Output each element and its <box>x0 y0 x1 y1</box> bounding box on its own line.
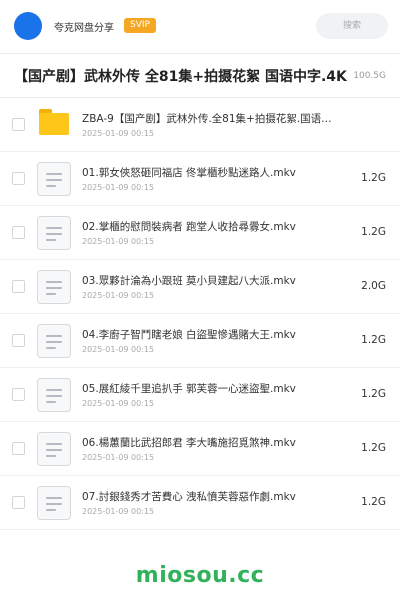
file-name: ZBA-9【国产剧】武林外传.全81集+拍摄花絮.国语中字.4K <box>82 113 340 125</box>
list-item[interactable]: 07.討銀錢秀才苦費心 洩私憤芙蓉惡作劇.mkv 2025-01-09 00:1… <box>0 476 400 530</box>
checkbox[interactable] <box>12 388 25 401</box>
file-name: 03.眾夥計淪為小跟班 莫小貝建起八大派.mkv <box>82 275 296 287</box>
document-icon <box>37 432 71 466</box>
search-input[interactable]: 搜索 <box>316 13 388 39</box>
file-size: 1.2G <box>361 334 386 346</box>
file-date: 2025-01-09 00:15 <box>82 399 155 408</box>
file-date: 2025-01-09 00:15 <box>82 345 155 354</box>
document-icon <box>37 216 71 250</box>
file-size: 1.2G <box>361 496 386 508</box>
avatar[interactable] <box>14 12 42 40</box>
file-name: 06.楊蕙蘭比武招郎君 李大嘴施招覓煞神.mkv <box>82 437 296 449</box>
document-icon <box>37 324 71 358</box>
file-name: 02.掌櫃的慰問裝病者 跑堂人收拾尋釁女.mkv <box>82 221 296 233</box>
document-icon <box>37 486 71 520</box>
file-date: 2025-01-09 00:15 <box>82 453 155 462</box>
checkbox[interactable] <box>12 118 25 131</box>
file-name: 04.李廚子智鬥瞎老娘 白盜聖慘遇賭大王.mkv <box>82 329 296 341</box>
svip-badge: SVIP <box>124 18 156 33</box>
checkbox[interactable] <box>12 280 25 293</box>
file-size: 2.0G <box>361 280 386 292</box>
file-date: 2025-01-09 00:15 <box>82 291 155 300</box>
list-item[interactable]: 03.眾夥計淪為小跟班 莫小貝建起八大派.mkv 2025-01-09 00:1… <box>0 260 400 314</box>
checkbox[interactable] <box>12 442 25 455</box>
header: 夸克网盘分享 SVIP 搜索 <box>0 0 400 54</box>
file-date: 2025-01-09 00:15 <box>82 183 155 192</box>
checkbox[interactable] <box>12 496 25 509</box>
list-item[interactable]: 05.展紅綾千里追扒手 郭芙蓉一心迷盜聖.mkv 2025-01-09 00:1… <box>0 368 400 422</box>
watermark: miosou.cc <box>135 563 265 588</box>
file-size: 1.2G <box>361 442 386 454</box>
share-title-bar: 【国产剧】武林外传 全81集+拍摄花絮 国语中字.4K 100.5G <box>0 54 400 98</box>
folder-icon <box>39 109 69 135</box>
file-list: ZBA-9【国产剧】武林外传.全81集+拍摄花絮.国语中字.4K 2025-01… <box>0 98 400 530</box>
list-item[interactable]: 01.郭女俠怒砸同福店 佟掌櫃秒點迷路人.mkv 2025-01-09 00:1… <box>0 152 400 206</box>
total-size: 100.5G <box>353 71 386 81</box>
file-size: 1.2G <box>361 226 386 238</box>
page-title: 【国产剧】武林外传 全81集+拍摄花絮 国语中字.4K <box>14 69 347 85</box>
checkbox[interactable] <box>12 172 25 185</box>
list-item[interactable]: 02.掌櫃的慰問裝病者 跑堂人收拾尋釁女.mkv 2025-01-09 00:1… <box>0 206 400 260</box>
file-name: 05.展紅綾千里追扒手 郭芙蓉一心迷盜聖.mkv <box>82 383 296 395</box>
document-icon <box>37 162 71 196</box>
file-size: 1.2G <box>361 388 386 400</box>
checkbox[interactable] <box>12 226 25 239</box>
site-name: 夸克网盘分享 <box>54 23 114 34</box>
file-name: 01.郭女俠怒砸同福店 佟掌櫃秒點迷路人.mkv <box>82 167 296 179</box>
file-date: 2025-01-09 00:15 <box>82 237 155 246</box>
list-item[interactable]: 06.楊蕙蘭比武招郎君 李大嘴施招覓煞神.mkv 2025-01-09 00:1… <box>0 422 400 476</box>
document-icon <box>37 378 71 412</box>
file-date: 2025-01-09 00:15 <box>82 129 155 138</box>
document-icon <box>37 270 71 304</box>
file-date: 2025-01-09 00:15 <box>82 507 155 516</box>
checkbox[interactable] <box>12 334 25 347</box>
list-item[interactable]: 04.李廚子智鬥瞎老娘 白盜聖慘遇賭大王.mkv 2025-01-09 00:1… <box>0 314 400 368</box>
list-item[interactable]: ZBA-9【国产剧】武林外传.全81集+拍摄花絮.国语中字.4K 2025-01… <box>0 98 400 152</box>
file-name: 07.討銀錢秀才苦費心 洩私憤芙蓉惡作劇.mkv <box>82 491 296 503</box>
file-size: 1.2G <box>361 172 386 184</box>
